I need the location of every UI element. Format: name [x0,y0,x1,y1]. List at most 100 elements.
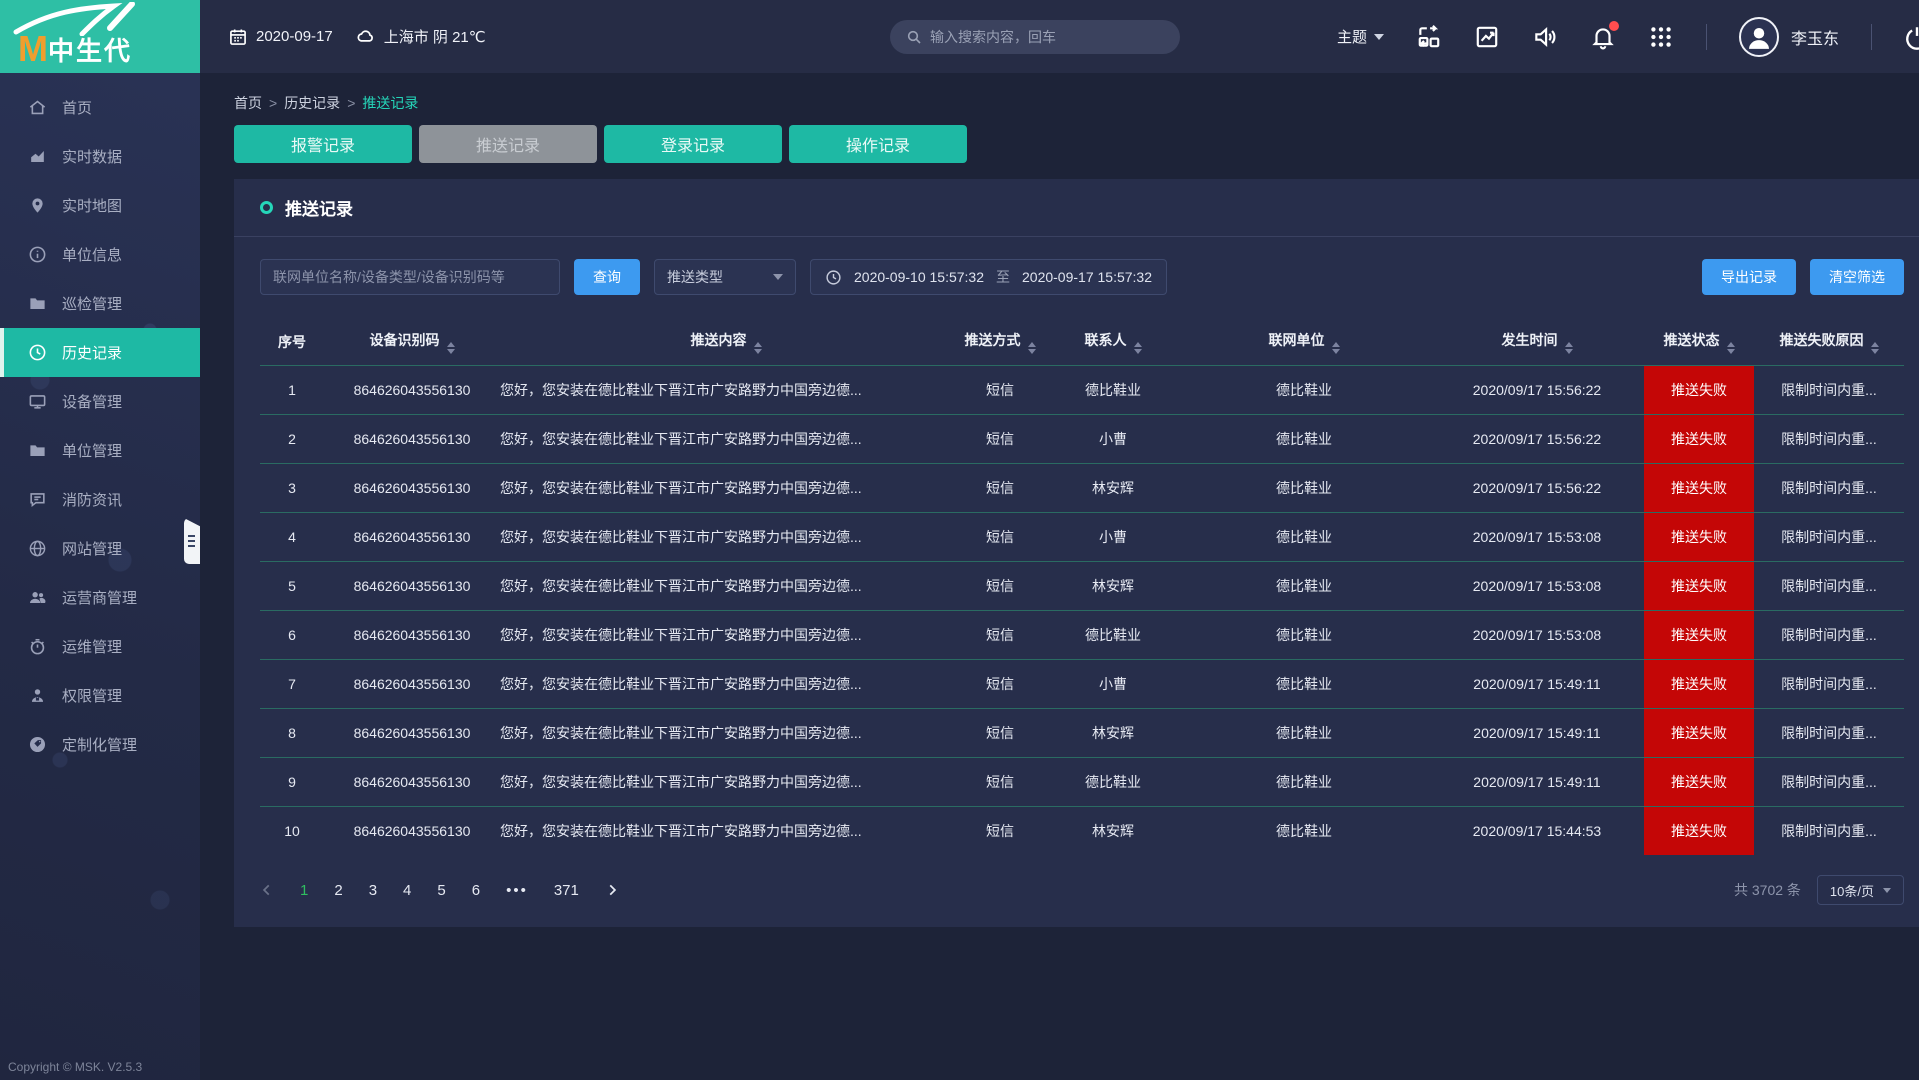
user-menu[interactable]: 李玉东 [1739,17,1839,57]
logo-letter: M [18,31,48,67]
sidebar-item-unit-info[interactable]: 单位信息 [0,230,200,279]
sidebar-item-history[interactable]: 历史记录 [0,328,200,377]
tab-operation-records[interactable]: 操作记录 [789,125,967,163]
home-icon [27,98,47,118]
sidebar-item-permission-mgmt[interactable]: 权限管理 [0,671,200,720]
brand-logo: M 中生代 [0,0,200,73]
clear-filters-button[interactable]: 清空筛选 [1810,259,1904,295]
tab-push-records[interactable]: 推送记录 [419,125,597,163]
sort-icon [1871,342,1879,354]
cell-fail-reason: 限制时间内重... [1754,708,1904,757]
sidebar: M 中生代 首页 实时数据 实时地图 单位信息 巡检管理 [0,0,200,1080]
query-button[interactable]: 查询 [574,259,640,295]
volume-icon[interactable] [1532,24,1558,50]
sidebar-item-label: 权限管理 [62,685,122,706]
sidebar-item-device-mgmt[interactable]: 设备管理 [0,377,200,426]
status-badge: 推送失败 [1644,561,1754,610]
export-records-button[interactable]: 导出记录 [1702,259,1796,295]
breadcrumb-home[interactable]: 首页 [234,93,262,113]
page-title: 推送记录 [285,195,353,220]
cell-device-id: 864626043556130 [324,512,500,561]
col-header-device-id[interactable]: 设备识别码 [324,319,500,365]
sidebar-item-realtime-map[interactable]: 实时地图 [0,181,200,230]
cell-device-id: 864626043556130 [324,561,500,610]
col-header-no: 序号 [260,319,324,365]
sidebar-item-fire-news[interactable]: 消防资讯 [0,475,200,524]
cell-contact: 林安辉 [1048,708,1178,757]
push-type-select[interactable]: 推送类型 [654,259,796,295]
table-row: 1 864626043556130 您好，您安装在德比鞋业下晋江市广安路野力中国… [260,365,1904,414]
power-logout-icon[interactable] [1904,24,1919,50]
breadcrumb-separator: > [269,95,277,111]
cell-fail-reason: 限制时间内重... [1754,561,1904,610]
brand-name: 中生代 [48,37,132,67]
page-ellipsis[interactable]: ••• [506,882,528,899]
page-number[interactable]: 2 [334,882,342,899]
col-header-time[interactable]: 发生时间 [1430,319,1644,365]
cell-fail-reason: 限制时间内重... [1754,757,1904,806]
sidebar-item-inspection[interactable]: 巡检管理 [0,279,200,328]
table-row: 5 864626043556130 您好，您安装在德比鞋业下晋江市广安路野力中国… [260,561,1904,610]
next-page-button[interactable] [605,883,619,897]
cell-contact: 林安辉 [1048,561,1178,610]
tab-login-records[interactable]: 登录记录 [604,125,782,163]
page-number[interactable]: 1 [300,882,308,899]
breadcrumb-history[interactable]: 历史记录 [284,93,340,113]
page-number[interactable]: 6 [472,882,480,899]
cell-contact: 小曹 [1048,512,1178,561]
col-header-status[interactable]: 推送状态 [1644,319,1754,365]
record-tabs: 报警记录 推送记录 登录记录 操作记录 [234,125,1919,163]
page-number[interactable]: 5 [437,882,445,899]
chevron-down-icon [1883,888,1891,893]
col-header-unit[interactable]: 联网单位 [1178,319,1430,365]
tab-alarm-records[interactable]: 报警记录 [234,125,412,163]
filter-search-input[interactable] [260,259,560,295]
date-range-picker[interactable]: 2020-09-10 15:57:32 至 2020-09-17 15:57:3… [810,259,1167,295]
theme-dropdown[interactable]: 主题 [1337,26,1384,47]
folder-icon [27,441,47,461]
status-badge: 推送失败 [1644,610,1754,659]
chart-panel-icon[interactable] [1474,24,1500,50]
global-search-input[interactable] [930,29,1164,45]
tag-icon [27,735,47,755]
sidebar-item-label: 实时地图 [62,195,122,216]
sidebar-item-customization-mgmt[interactable]: 定制化管理 [0,720,200,769]
cell-no: 2 [260,414,324,463]
col-header-method[interactable]: 推送方式 [952,319,1048,365]
page-number[interactable]: 4 [403,882,411,899]
sort-icon [1028,342,1036,354]
sidebar-item-label: 单位信息 [62,244,122,265]
layout-switch-icon[interactable] [1416,24,1442,50]
cell-no: 3 [260,463,324,512]
date-to: 2020-09-17 15:57:32 [1022,269,1152,285]
sidebar-item-unit-mgmt[interactable]: 单位管理 [0,426,200,475]
apps-grid-icon[interactable] [1648,24,1674,50]
cell-contact: 德比鞋业 [1048,365,1178,414]
sidebar-item-realtime-data[interactable]: 实时数据 [0,132,200,181]
sort-icon [1332,342,1340,354]
col-header-content[interactable]: 推送内容 [500,319,952,365]
page-number-last[interactable]: 371 [554,882,579,899]
cell-device-id: 864626043556130 [324,659,500,708]
cell-content: 您好，您安装在德比鞋业下晋江市广安路野力中国旁边德... [500,806,952,855]
chevron-down-icon [1374,34,1384,40]
col-header-fail-reason[interactable]: 推送失败原因 [1754,319,1904,365]
chevron-down-icon [773,274,783,280]
sidebar-item-operator-mgmt[interactable]: 运营商管理 [0,573,200,622]
prev-page-button[interactable] [260,883,274,897]
table-row: 6 864626043556130 您好，您安装在德比鞋业下晋江市广安路野力中国… [260,610,1904,659]
sidebar-item-home[interactable]: 首页 [0,83,200,132]
col-header-contact[interactable]: 联系人 [1048,319,1178,365]
push-records-table: 序号 设备识别码 推送内容 推送方式 联系人 联网单位 发生时间 推送状态 推送… [260,319,1904,855]
page-number[interactable]: 3 [369,882,377,899]
logo-swoosh-icon [10,2,160,36]
avatar [1739,17,1779,57]
page-size-select[interactable]: 10条/页 [1817,875,1904,905]
sidebar-item-ops-mgmt[interactable]: 运维管理 [0,622,200,671]
table-row: 3 864626043556130 您好，您安装在德比鞋业下晋江市广安路野力中国… [260,463,1904,512]
sidebar-item-website-mgmt[interactable]: 网站管理 [0,524,200,573]
notification-bell-icon[interactable] [1590,24,1616,50]
cell-no: 6 [260,610,324,659]
date-from: 2020-09-10 15:57:32 [854,269,984,285]
sidebar-item-label: 运维管理 [62,636,122,657]
